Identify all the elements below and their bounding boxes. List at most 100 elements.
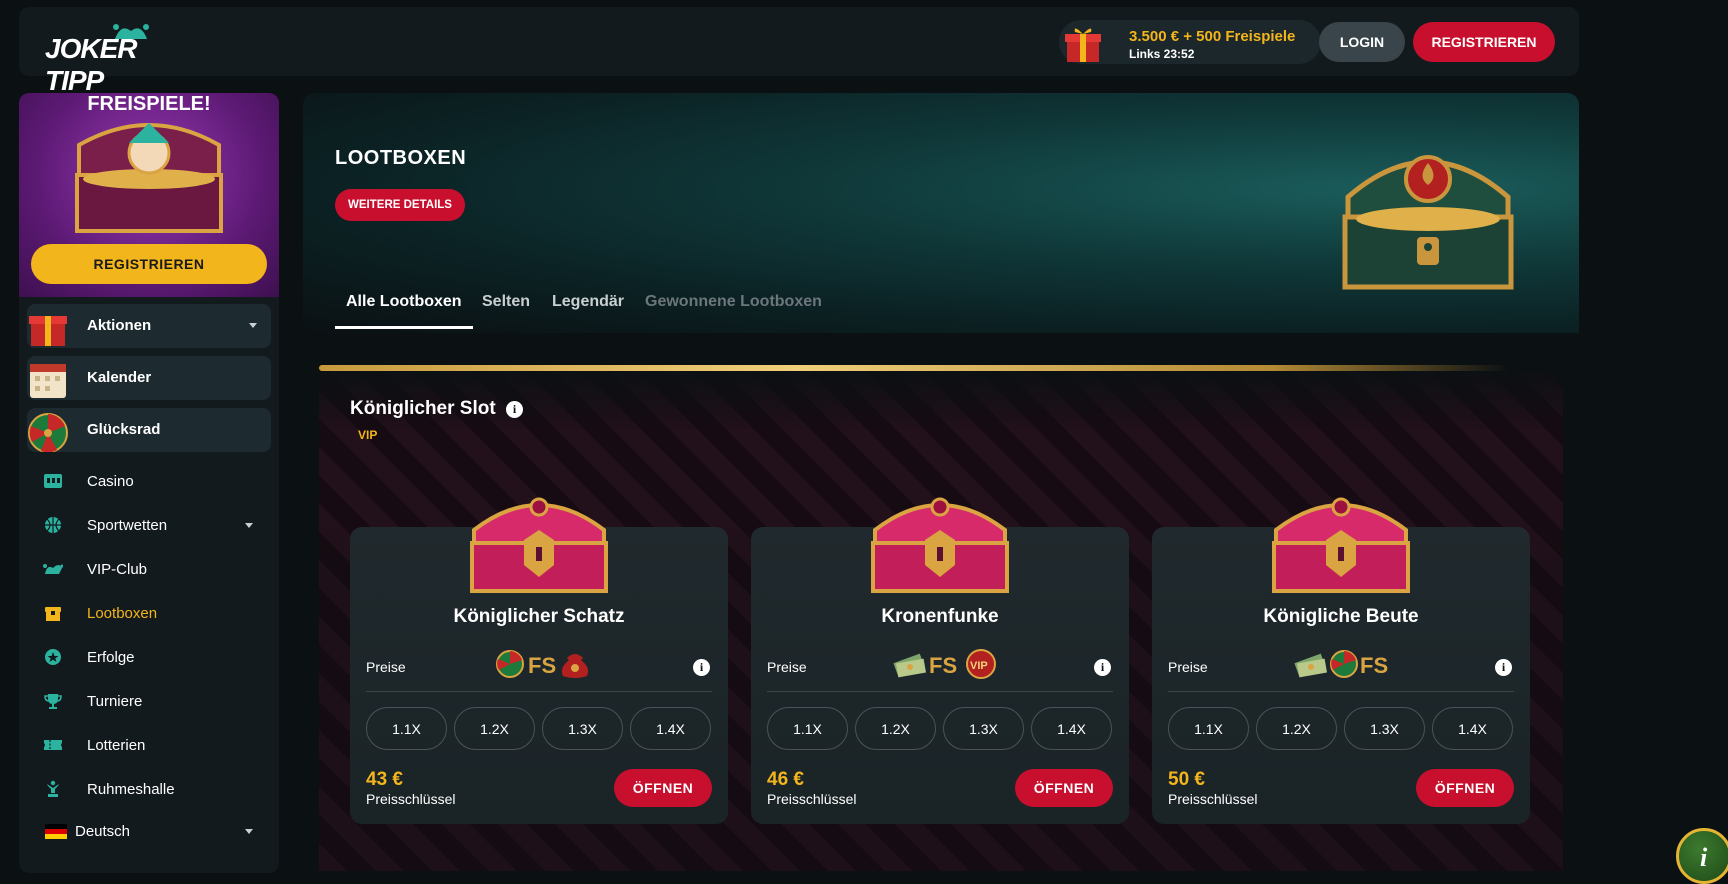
divider <box>366 691 712 692</box>
price: 46 € <box>767 769 804 790</box>
bonus-timer: Links 23:52 <box>1129 47 1195 61</box>
sidebar-item-aktionen[interactable]: Aktionen <box>27 304 271 348</box>
prizes-label: Preise <box>767 659 807 675</box>
price: 50 € <box>1168 769 1205 790</box>
open-button[interactable]: ÖFFNEN <box>1416 769 1514 807</box>
sidebar-item-label: Casino <box>87 473 134 490</box>
multiplier-button[interactable]: 1.1X <box>1168 707 1249 750</box>
treasure-chest-icon <box>470 497 608 593</box>
sidebar-item-label: VIP-Club <box>87 561 148 578</box>
sidebar-item-label: Sportwetten <box>87 517 168 534</box>
welcome-bonus-pill[interactable]: 3.500 € + 500 Freispiele Links 23:52 <box>1059 20 1321 64</box>
multiplier-button[interactable]: 1.2X <box>1256 707 1337 750</box>
wheel-icon <box>1330 650 1358 678</box>
multiplier-button[interactable]: 1.4X <box>630 707 711 750</box>
multiplier-button[interactable]: 1.4X <box>1031 707 1112 750</box>
multiplier-button[interactable]: 1.3X <box>542 707 623 750</box>
sack-icon <box>561 654 589 678</box>
login-button[interactable]: LOGIN <box>1319 22 1405 62</box>
page-title: LOOTBOXEN <box>335 147 467 169</box>
info-icon[interactable]: i <box>1094 659 1111 676</box>
multiplier-button[interactable]: 1.3X <box>1344 707 1425 750</box>
divider <box>767 691 1113 692</box>
fs-icon: FS <box>528 653 556 678</box>
jester-hat-icon <box>43 564 63 574</box>
treasure-chest-icon <box>75 123 223 233</box>
sidebar-promo-banner[interactable]: FREISPIELE! REGISTRIEREN <box>19 93 279 297</box>
cash-icon <box>1294 653 1328 678</box>
vip-icon: VIP <box>966 649 996 679</box>
multiplier-button[interactable]: 1.3X <box>943 707 1024 750</box>
sidebar-item-lootboxen[interactable]: Lootboxen <box>27 596 271 630</box>
german-flag-icon <box>45 824 67 839</box>
svg-text:FS: FS <box>528 653 556 678</box>
gift-icon <box>29 316 67 346</box>
multiplier-button[interactable]: 1.1X <box>767 707 848 750</box>
lootbox-card: Königlicher Schatz Preise FS i 1.1X 1.2X… <box>350 497 728 824</box>
sidebar-item-label: Lootboxen <box>87 605 158 622</box>
multiplier-button[interactable]: 1.1X <box>366 707 447 750</box>
info-icon[interactable]: i <box>693 659 710 676</box>
sidebar-item-label: Aktionen <box>87 317 152 334</box>
open-button[interactable]: ÖFFNEN <box>1015 769 1113 807</box>
treasure-chest-icon <box>871 497 1009 593</box>
fs-icon: FS <box>929 653 957 678</box>
info-icon[interactable]: i <box>506 401 523 418</box>
card-title: Kronenfunke <box>881 606 999 627</box>
statue-icon <box>47 780 59 797</box>
sidebar-item-lotterien[interactable]: Lotterien <box>27 728 271 762</box>
calendar-icon <box>30 364 66 398</box>
site-logo[interactable]: JOKER TIPP <box>43 21 193 96</box>
sidebar-item-label: Ruhmeshalle <box>87 781 175 798</box>
info-icon: i <box>1700 843 1708 872</box>
multiplier-button[interactable]: 1.2X <box>855 707 936 750</box>
basketball-icon <box>45 517 61 533</box>
sidebar-item-ruhmeshalle[interactable]: Ruhmeshalle <box>27 772 271 806</box>
top-header: JOKER TIPP 3.500 € + 500 Freispiele Link… <box>19 7 1579 96</box>
sidebar-item-gluecksrad[interactable]: Glücksrad <box>27 408 271 452</box>
sidebar-item-kalender[interactable]: Kalender <box>27 356 271 400</box>
sidebar-item-casino[interactable]: Casino <box>27 464 271 498</box>
sidebar-item-label: Turniere <box>87 693 143 710</box>
register-button[interactable]: REGISTRIEREN <box>1413 22 1555 62</box>
open-button[interactable]: ÖFFNEN <box>614 769 712 807</box>
slot-machine-icon <box>44 474 62 488</box>
lootbox-card: Kronenfunke Preise FS VIP i 1.1X 1.2X 1.… <box>751 497 1129 824</box>
sidebar-item-erfolge[interactable]: Erfolge <box>27 640 271 674</box>
section-title: Königlicher Slot <box>350 398 496 419</box>
sidebar-item-label: Lotterien <box>87 737 146 754</box>
svg-text:VIP: VIP <box>970 660 988 672</box>
price: 43 € <box>366 769 403 790</box>
prize-icons: FS VIP <box>893 649 996 679</box>
sidebar: FREISPIELE! REGISTRIEREN Aktionen Kalend… <box>19 93 279 873</box>
logo-text: JOKER TIPP <box>45 33 137 96</box>
price-label: Preisschlüssel <box>1168 791 1258 807</box>
multiplier-button[interactable]: 1.2X <box>454 707 535 750</box>
main-content: LOOTBOXEN WEITERE DETAILS Alle Lootboxen… <box>303 93 1579 873</box>
help-button[interactable]: i <box>1676 828 1728 884</box>
details-button[interactable]: WEITERE DETAILS <box>335 189 465 221</box>
sidebar-item-sportwetten[interactable]: Sportwetten <box>27 508 271 542</box>
tab-legendaer[interactable]: Legendär <box>541 293 635 329</box>
prizes-label: Preise <box>366 659 406 675</box>
lootbox-section: Königlicher Slot i VIP Königlicher Schat… <box>319 371 1563 871</box>
tab-gewonnene-lootboxen[interactable]: Gewonnene Lootboxen <box>634 293 833 329</box>
prize-icons: FS <box>1294 650 1388 678</box>
multiplier-button[interactable]: 1.4X <box>1432 707 1513 750</box>
svg-text:FS: FS <box>929 653 957 678</box>
info-icon[interactable]: i <box>1495 659 1512 676</box>
tab-alle-lootboxen[interactable]: Alle Lootboxen <box>335 293 473 329</box>
chevron-down-icon[interactable] <box>245 829 253 834</box>
sidebar-item-turniere[interactable]: Turniere <box>27 684 271 718</box>
language-selector[interactable]: Deutsch <box>27 814 271 848</box>
tab-selten[interactable]: Selten <box>471 293 541 329</box>
chevron-down-icon[interactable] <box>249 323 257 328</box>
price-label: Preisschlüssel <box>366 791 456 807</box>
star-badge-icon <box>45 649 61 665</box>
promo-title: FREISPIELE! <box>87 93 211 115</box>
divider <box>1168 691 1514 692</box>
chevron-down-icon[interactable] <box>245 523 253 528</box>
promo-register-button[interactable]: REGISTRIEREN <box>31 244 267 284</box>
sidebar-item-vip-club[interactable]: VIP-Club <box>27 552 271 586</box>
wheel-icon <box>28 413 68 452</box>
